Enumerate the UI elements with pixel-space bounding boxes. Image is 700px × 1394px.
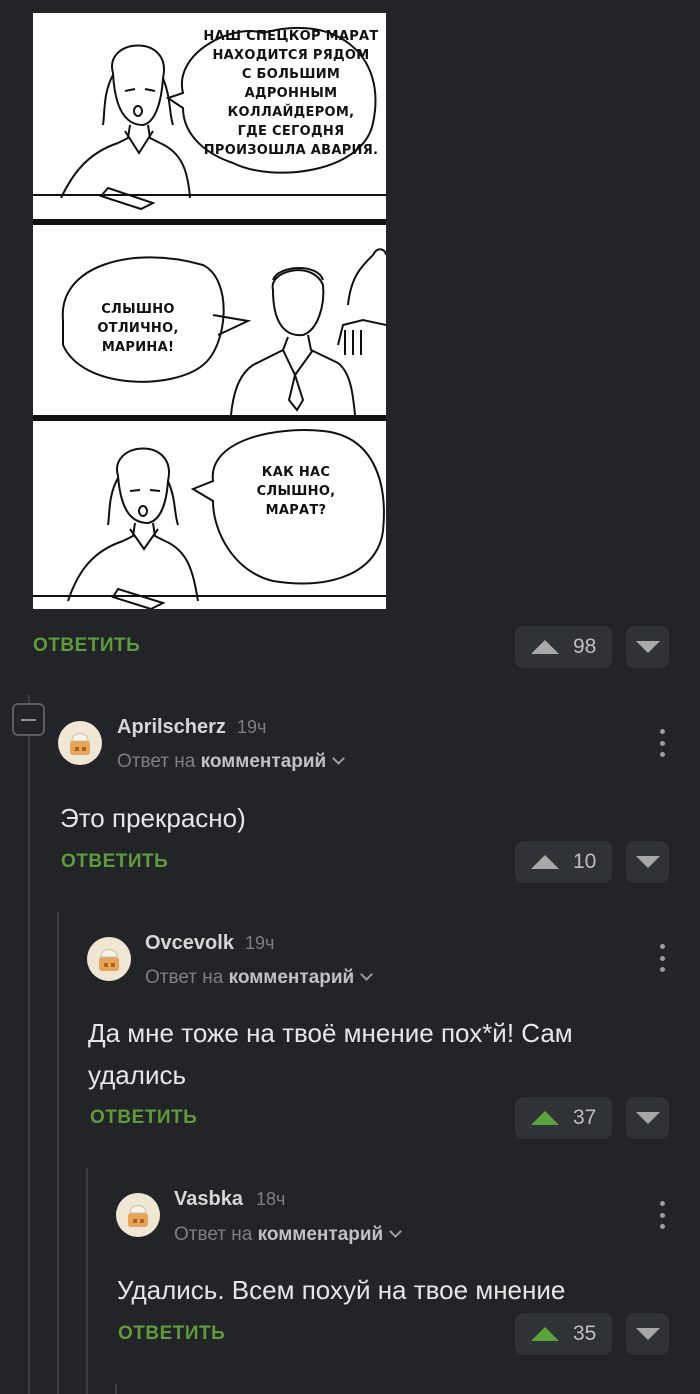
comment-text: Удались. Всем похуй на твое мнение: [117, 1275, 566, 1305]
comment-downvote-button[interactable]: [626, 1097, 669, 1139]
comic-panel-3: КАК НАС СЛЫШНО, МАРАТ?: [33, 418, 386, 609]
comic-panel-1: НАШ СПЕЦКОР МАРАТ НАХОДИТСЯ РЯДОМ С БОЛЬ…: [33, 13, 386, 222]
bubble-3-line: КАК НАС СЛЫШНО,: [256, 465, 336, 499]
bubble-2-line: СЛЫШНО: [101, 302, 175, 317]
comment-vote-count: 37: [573, 1106, 597, 1129]
bubble-1-line: КОЛЛАЙДЕРОМ,: [227, 105, 355, 120]
comment-username[interactable]: Aprilscherz: [117, 716, 226, 739]
speech-bubble-1: НАШ СПЕЦКОР МАРАТ НАХОДИТСЯ РЯДОМ С БОЛЬ…: [201, 27, 381, 160]
comment-upvote-button[interactable]: 10: [515, 841, 612, 883]
comment-reply-button[interactable]: ОТВЕТИТЬ: [90, 1107, 197, 1129]
post-reply-button[interactable]: ОТВЕТИТЬ: [33, 635, 140, 657]
avatar[interactable]: [58, 721, 102, 765]
comment-time: 18ч: [256, 1189, 286, 1209]
comment-upvote-button[interactable]: 37: [515, 1097, 612, 1139]
comment-reply-button[interactable]: ОТВЕТИТЬ: [118, 1323, 225, 1345]
comment-downvote-button[interactable]: [626, 1313, 669, 1355]
bubble-1-line: С БОЛЬШИМ АДРОННЫМ: [241, 67, 341, 101]
avatar[interactable]: [116, 1193, 160, 1237]
post-vote-count: 98: [573, 635, 597, 658]
reply-to-prefix: Ответ на: [174, 1224, 253, 1245]
more-options-icon[interactable]: [658, 729, 666, 757]
thread-line[interactable]: [86, 1168, 88, 1394]
comment-username[interactable]: Vasbka: [174, 1188, 243, 1211]
collapse-thread-button[interactable]: [12, 703, 45, 736]
avatar-icon: [70, 733, 90, 755]
upvote-arrow-icon: [531, 1327, 559, 1341]
avatar-icon: [128, 1205, 148, 1227]
upvote-arrow-icon: [531, 1111, 559, 1125]
downvote-arrow-icon: [635, 1328, 660, 1340]
comment-text: Это прекрасно): [60, 803, 246, 833]
comic-image: НАШ СПЕЦКОР МАРАТ НАХОДИТСЯ РЯДОМ С БОЛЬ…: [33, 13, 386, 609]
more-options-icon[interactable]: [658, 944, 666, 972]
thread-line[interactable]: [28, 736, 30, 1394]
downvote-arrow-icon: [635, 1112, 660, 1124]
comment-vote-count: 10: [573, 850, 597, 873]
more-options-icon[interactable]: [658, 1201, 666, 1229]
minus-icon: [21, 718, 36, 721]
bubble-2-line: МАРИНА!: [101, 340, 175, 355]
bubble-1-line: ПРОИЗОШЛА АВАРИЯ.: [203, 143, 379, 158]
post-downvote-button[interactable]: [626, 626, 669, 668]
bubble-1-line: ГДЕ СЕГОДНЯ: [237, 124, 345, 139]
comment-vote-count: 35: [573, 1322, 597, 1345]
reply-to-target-link[interactable]: комментарий: [258, 1224, 384, 1245]
upvote-arrow-icon: [531, 855, 559, 869]
comic-panel-2: СЛЫШНО ОТЛИЧНО, МАРИНА!: [33, 222, 386, 418]
reply-to-line: Ответ на комментарий: [117, 751, 346, 773]
reply-to-line: Ответ на комментарий: [174, 1224, 403, 1246]
comment-downvote-button[interactable]: [626, 841, 669, 883]
reply-to-line: Ответ на комментарий: [145, 967, 374, 989]
comment-time: 19ч: [237, 717, 267, 737]
reply-to-target-link[interactable]: комментарий: [229, 967, 355, 988]
reply-to-prefix: Ответ на: [145, 967, 224, 988]
speech-bubble-2: СЛЫШНО ОТЛИЧНО, МАРИНА!: [73, 300, 203, 357]
bubble-2-line: ОТЛИЧНО,: [97, 321, 179, 336]
post-upvote-button[interactable]: 98: [515, 626, 612, 668]
chevron-down-icon[interactable]: [360, 968, 374, 981]
thread-line[interactable]: [115, 1384, 117, 1394]
downvote-arrow-icon: [635, 856, 660, 868]
chevron-down-icon[interactable]: [389, 1225, 403, 1238]
comment-username[interactable]: Ovcevolk: [145, 932, 234, 955]
bubble-3-line: МАРАТ?: [265, 503, 327, 518]
bubble-1-line: НАШ СПЕЦКОР МАРАТ: [203, 29, 379, 44]
comment-time: 19ч: [245, 933, 275, 953]
comment-text: Да мне тоже на твоё мнение пох*й! Сам уд…: [88, 1018, 573, 1090]
avatar[interactable]: [87, 937, 131, 981]
chevron-down-icon[interactable]: [332, 752, 346, 765]
comment-reply-button[interactable]: ОТВЕТИТЬ: [61, 851, 168, 873]
thread-line[interactable]: [57, 912, 59, 1394]
speech-bubble-3: КАК НАС СЛЫШНО, МАРАТ?: [221, 463, 371, 520]
bubble-1-line: НАХОДИТСЯ РЯДОМ: [212, 48, 370, 63]
reply-to-target-link[interactable]: комментарий: [201, 751, 327, 772]
avatar-icon: [99, 949, 119, 971]
upvote-arrow-icon: [531, 640, 559, 654]
thread-line: [28, 695, 30, 703]
reply-to-prefix: Ответ на: [117, 751, 196, 772]
downvote-arrow-icon: [635, 641, 660, 653]
comment-upvote-button[interactable]: 35: [515, 1313, 612, 1355]
